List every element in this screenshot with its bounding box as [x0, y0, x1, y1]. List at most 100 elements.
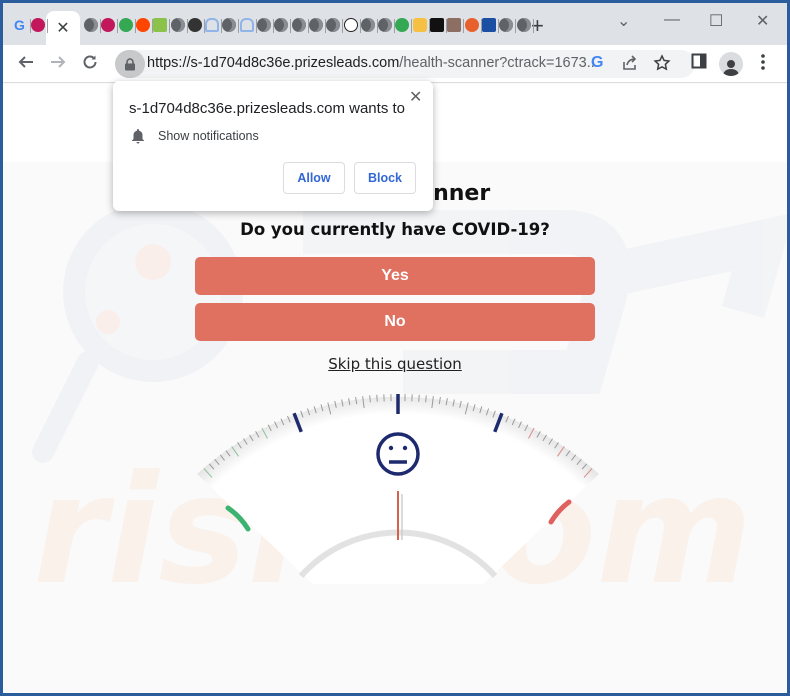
browser-tab[interactable] — [481, 15, 497, 35]
loading-globe-icon — [274, 18, 289, 32]
browser-tab[interactable] — [152, 15, 168, 35]
loading-globe-icon — [378, 18, 393, 32]
browser-tab[interactable] — [325, 15, 341, 35]
lock-icon — [125, 57, 135, 70]
browser-tab[interactable] — [135, 15, 151, 35]
browser-tab[interactable] — [83, 15, 99, 35]
reddit-icon — [135, 18, 150, 32]
tab-separator — [532, 19, 534, 33]
bell-icon — [239, 18, 254, 32]
popup-title: s-1d704d8c36e.prizesleads.com wants to — [129, 100, 405, 117]
bell-icon — [131, 128, 145, 149]
gauge-dial — [197, 396, 599, 584]
back-button[interactable] — [17, 53, 35, 75]
blue-n-icon — [481, 18, 496, 32]
alert-bubble-icon — [430, 18, 444, 32]
browser-tab[interactable] — [464, 15, 480, 35]
watermark-pc-letters — [303, 210, 787, 394]
loading-globe-icon — [308, 18, 323, 32]
minimize-button[interactable]: — — [664, 11, 680, 29]
notification-permission-popup: s-1d704d8c36e.prizesleads.com wants to ✕… — [113, 81, 433, 211]
address-bar[interactable]: https://s-1d704d8c36e.prizesleads.com/he… — [115, 50, 695, 78]
browser-tab[interactable] — [273, 15, 289, 35]
question-text: Do you currently have COVID-19? — [240, 220, 550, 239]
browser-tab[interactable] — [30, 15, 46, 35]
browser-tab[interactable] — [239, 15, 255, 35]
browser-tab[interactable] — [394, 15, 410, 35]
mascot-icon — [101, 18, 116, 32]
loading-globe-icon — [360, 18, 375, 32]
popup-close-icon[interactable]: ✕ — [409, 87, 422, 107]
block-button[interactable]: Block — [354, 162, 416, 194]
no-button[interactable]: No — [195, 303, 595, 341]
gauge-minor-tick — [418, 394, 420, 402]
tab-search-icon[interactable]: ⌄ — [617, 11, 630, 31]
green-play-icon — [395, 18, 410, 32]
maximize-button[interactable]: ☐ — [709, 11, 723, 31]
gauge-minor-tick — [369, 395, 371, 403]
bookmark-star-icon[interactable] — [653, 54, 671, 77]
browser-tab[interactable]: G — [13, 15, 29, 35]
person-icon — [723, 60, 739, 76]
forward-arrow-icon — [51, 56, 66, 68]
mascot-icon — [31, 18, 46, 32]
close-window-button[interactable]: ✕ — [756, 11, 769, 31]
browser-tab[interactable] — [204, 15, 220, 35]
share-icon[interactable] — [621, 54, 639, 77]
url-text[interactable]: https://s-1d704d8c36e.prizesleads.com/he… — [147, 55, 599, 71]
browser-tab[interactable] — [187, 15, 203, 35]
loading-globe-icon — [170, 18, 185, 32]
orange-cross-icon — [464, 18, 479, 32]
url-path: /health-scanner?ctrack=1673... — [399, 55, 599, 71]
loading-globe-icon — [257, 18, 271, 32]
browser-tab[interactable] — [170, 15, 186, 35]
browser-tab[interactable] — [498, 15, 514, 35]
side-panel-icon[interactable] — [691, 53, 707, 74]
browser-window: ✕ + ⌄ — ☐ ✕ G https://s-1d704d8c36e.priz… — [3, 3, 787, 693]
google-icon: G — [14, 17, 25, 33]
health-gauge — [197, 394, 599, 584]
google-lens-icon[interactable]: G — [591, 54, 603, 72]
brown-map-icon — [447, 18, 462, 32]
active-tab[interactable]: ✕ — [46, 11, 80, 45]
green-leaf-icon — [153, 18, 168, 32]
gauge-minor-tick — [376, 394, 378, 402]
browser-tab[interactable] — [360, 15, 376, 35]
close-tab-icon[interactable]: ✕ — [56, 18, 69, 38]
bell-icon — [205, 18, 220, 32]
browser-tab[interactable] — [291, 15, 307, 35]
browser-tab[interactable] — [412, 15, 428, 35]
browser-tab[interactable] — [343, 15, 359, 35]
browser-tab[interactable] — [377, 15, 393, 35]
green-n-icon — [118, 18, 133, 32]
robot-icon — [187, 18, 202, 32]
browser-toolbar: https://s-1d704d8c36e.prizesleads.com/he… — [3, 45, 787, 83]
browser-tab[interactable] — [516, 15, 532, 35]
browser-tab[interactable] — [308, 15, 324, 35]
browser-tab[interactable] — [118, 15, 134, 35]
url-host: https://s-1d704d8c36e.prizesleads.com — [147, 55, 400, 71]
yellow-shield-icon — [412, 18, 427, 32]
browser-tab[interactable] — [446, 15, 462, 35]
loading-globe-icon — [326, 18, 341, 32]
permission-label: Show notifications — [158, 129, 259, 143]
tab-strip: ✕ + ⌄ — ☐ ✕ G — [3, 3, 787, 45]
skip-question-link[interactable]: Skip this question — [3, 355, 787, 373]
browser-tab[interactable] — [429, 15, 445, 35]
profile-avatar[interactable] — [719, 52, 743, 76]
gauge-minor-tick — [425, 395, 427, 403]
loading-globe-icon — [222, 18, 237, 32]
menu-kebab-icon[interactable] — [760, 53, 766, 76]
browser-tab[interactable] — [221, 15, 237, 35]
allow-button[interactable]: Allow — [283, 162, 345, 194]
loading-globe-icon — [516, 18, 531, 32]
yes-button[interactable]: Yes — [195, 257, 595, 295]
back-arrow-icon — [18, 56, 33, 68]
loading-globe-icon — [291, 18, 306, 32]
site-info-button[interactable] — [115, 50, 145, 78]
browser-tab[interactable] — [100, 15, 116, 35]
reload-icon — [83, 55, 97, 69]
browser-tab[interactable] — [256, 15, 272, 35]
reload-button[interactable] — [81, 53, 99, 75]
forward-button[interactable] — [49, 53, 67, 75]
